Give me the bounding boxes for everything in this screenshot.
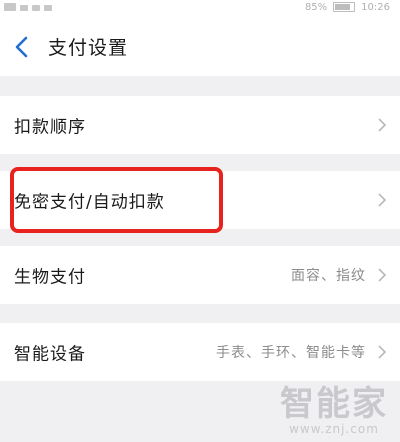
row-label: 免密支付/自动扣款: [14, 192, 165, 213]
status-right: 85% 10:26: [305, 0, 390, 14]
watermark-url: www.znj.com: [289, 422, 379, 436]
wifi-icon: [44, 5, 52, 11]
sim-icon: [4, 3, 16, 11]
row-label: 智能设备: [14, 344, 86, 365]
watermark: 智能家 www.znj.com: [280, 386, 388, 436]
row-label: 扣款顺序: [14, 117, 86, 138]
row-value: 手表、手环、智能卡等: [216, 345, 366, 361]
status-bar: 85% 10:26: [0, 0, 400, 14]
battery-icon: [333, 2, 356, 12]
settings-row-password-free-payment[interactable]: 免密支付/自动扣款: [0, 171, 400, 229]
signal-icon: [32, 5, 40, 11]
battery-percent: 85%: [304, 1, 328, 13]
settings-row-smart-devices[interactable]: 智能设备 手表、手环、智能卡等: [0, 323, 400, 381]
status-time: 10:26: [361, 1, 390, 13]
chevron-left-icon[interactable]: [10, 34, 36, 60]
settings-row-deduction-order[interactable]: 扣款顺序: [0, 96, 400, 154]
chevron-right-icon: [378, 345, 387, 359]
row-value: 面容、指纹: [291, 268, 366, 284]
chevron-right-icon: [378, 268, 387, 282]
signal-icon: [20, 5, 28, 11]
nav-bar: 支付设置: [0, 14, 400, 76]
watermark-logo: 智能家: [280, 384, 388, 424]
row-label: 生物支付: [14, 267, 86, 288]
chevron-right-icon: [378, 193, 387, 207]
status-icons: [4, 1, 52, 11]
chevron-right-icon: [378, 118, 387, 132]
page-title: 支付设置: [48, 37, 129, 59]
settings-row-biometric-payment[interactable]: 生物支付 面容、指纹: [0, 246, 400, 304]
